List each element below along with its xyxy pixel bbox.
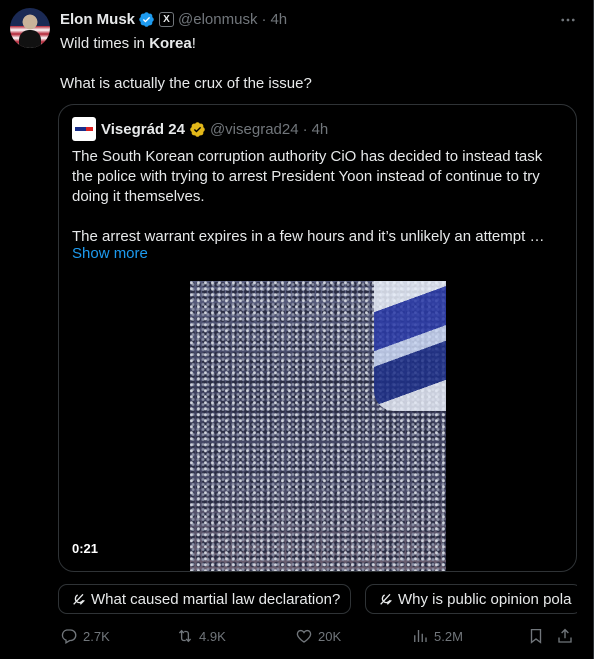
reply-count: 2.7K <box>83 628 110 644</box>
quote-text: The South Korean corruption authority Ci… <box>72 147 567 247</box>
gold-verified-icon <box>190 121 205 137</box>
tweet-text-post: ! <box>191 35 196 52</box>
separator-dot: · <box>261 10 267 28</box>
bookmark-button[interactable] <box>527 626 545 646</box>
share-button[interactable] <box>556 626 574 646</box>
tweet-time[interactable]: 4h <box>270 11 287 28</box>
tweet-header: Elon Musk X @elonmusk · 4h <box>60 9 287 29</box>
tweet-text: Wild times in Korea! What is actually th… <box>60 34 570 94</box>
quote-time: 4h <box>311 120 329 138</box>
action-bar: 2.7K 4.9K 20K 5.2M <box>58 626 578 646</box>
grok-chip-public-opinion[interactable]: Why is public opinion pola <box>365 584 577 614</box>
chip-label: Why is public opinion pola <box>398 590 572 608</box>
quote-text-line: the police with trying to arrest Preside… <box>72 168 540 185</box>
x-affiliate-icon: X <box>159 11 175 27</box>
share-icon <box>558 628 572 643</box>
avatar[interactable] <box>10 8 50 48</box>
author-handle[interactable]: @elonmusk <box>178 11 257 28</box>
video-duration: 0:21 <box>72 541 99 556</box>
reply-button[interactable]: 2.7K <box>60 626 110 646</box>
grok-chip-martial-law[interactable]: What caused martial law declaration? <box>58 584 352 614</box>
views-count: 5.2M <box>434 628 463 644</box>
quote-text-line: The South Korean corruption authority Ci… <box>72 148 543 165</box>
bookmark-icon <box>530 628 542 644</box>
grok-suggestions: What caused martial law declaration? Why… <box>58 584 577 614</box>
quote-separator-dot: · <box>302 120 308 138</box>
tweet-text-bold: Korea <box>149 35 192 52</box>
views-icon <box>414 630 427 642</box>
tweet-text-pre: Wild times in <box>60 35 150 52</box>
repost-button[interactable]: 4.9K <box>176 626 226 646</box>
quote-author-name: Visegrád 24 <box>101 120 185 138</box>
show-more-link[interactable]: Show more <box>72 245 148 262</box>
reply-icon <box>61 629 77 644</box>
video-player[interactable] <box>190 281 446 571</box>
verified-icon <box>139 11 154 27</box>
quote-avatar <box>72 117 96 141</box>
chip-label: What caused martial law declaration? <box>91 590 341 608</box>
grok-icon <box>380 593 392 605</box>
quote-header: Visegrád 24 @visegrad24 · 4h <box>72 117 329 141</box>
grok-icon <box>73 593 85 605</box>
like-count: 20K <box>318 628 342 644</box>
author-name[interactable]: Elon Musk <box>60 11 135 28</box>
quote-text-line: The arrest warrant expires in a few hour… <box>72 228 545 245</box>
heart-icon <box>296 629 312 643</box>
repost-count: 4.9K <box>199 628 226 644</box>
tweet-text-line2: What is actually the crux of the issue? <box>60 75 312 92</box>
views-button[interactable]: 5.2M <box>411 626 463 646</box>
tweet[interactable]: Elon Musk X @elonmusk · 4h Wild times in… <box>0 0 594 659</box>
quote-text-line: doing it themselves. <box>72 188 205 205</box>
repost-icon <box>178 629 192 643</box>
more-options-icon[interactable] <box>557 9 579 31</box>
quote-author-handle: @visegrad24 <box>209 120 299 138</box>
quoted-tweet[interactable]: Visegrád 24 @visegrad24 · 4h The South K… <box>58 104 577 572</box>
like-button[interactable]: 20K <box>295 626 341 646</box>
